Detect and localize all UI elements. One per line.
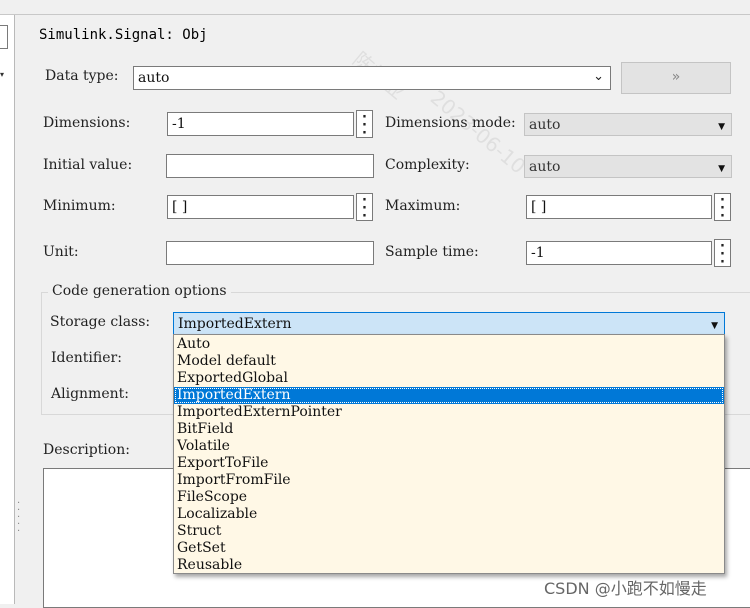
sample-time-more-icon[interactable]: · · · bbox=[714, 239, 731, 269]
unit-label: Unit: bbox=[43, 244, 79, 260]
dropdown-option[interactable]: BitField bbox=[174, 421, 724, 438]
sample-time-label: Sample time: bbox=[385, 244, 479, 260]
left-pane-chevron-icon[interactable]: ▾ bbox=[0, 70, 4, 79]
initial-value-label: Initial value: bbox=[43, 157, 133, 173]
dropdown-option[interactable]: GetSet bbox=[174, 540, 724, 557]
splitter-grip-icon[interactable]: · · · · · bbox=[17, 499, 20, 537]
dimensions-label: Dimensions: bbox=[43, 115, 131, 131]
dropdown-option[interactable]: Auto bbox=[174, 336, 724, 353]
chevron-down-icon: ⌄ bbox=[593, 69, 604, 84]
dropdown-option[interactable]: ImportFromFile bbox=[174, 472, 724, 489]
dimensions-mode-value: auto bbox=[529, 117, 561, 133]
dimensions-field[interactable]: -1 bbox=[167, 112, 354, 136]
complexity-select[interactable]: auto ▼ bbox=[524, 155, 732, 178]
left-pane-field[interactable] bbox=[0, 25, 8, 49]
maximum-field[interactable]: [ ] bbox=[526, 195, 712, 219]
complexity-label: Complexity: bbox=[385, 157, 470, 173]
minimum-label: Minimum: bbox=[43, 198, 116, 214]
dropdown-option[interactable]: Struct bbox=[174, 523, 724, 540]
initial-value-field[interactable] bbox=[166, 154, 374, 178]
maximum-more-icon[interactable]: · · · bbox=[714, 193, 731, 223]
data-type-value: auto bbox=[138, 70, 170, 86]
dropdown-option[interactable]: Localizable bbox=[174, 506, 724, 523]
dropdown-option[interactable]: ExportToFile bbox=[174, 455, 724, 472]
dropdown-arrow-icon: ▼ bbox=[718, 122, 725, 132]
unit-field[interactable] bbox=[166, 241, 374, 265]
dimensions-mode-select[interactable]: auto ▼ bbox=[524, 113, 732, 136]
dropdown-option[interactable]: Model default bbox=[174, 353, 724, 370]
dropdown-option[interactable]: Reusable bbox=[174, 557, 724, 574]
storage-class-select[interactable]: ImportedExtern ▼ bbox=[173, 312, 725, 335]
window-top-edge bbox=[0, 0, 750, 15]
description-label: Description: bbox=[43, 442, 130, 458]
identifier-label: Identifier: bbox=[51, 350, 122, 366]
storage-class-value: ImportedExtern bbox=[178, 316, 292, 332]
dropdown-option[interactable]: FileScope bbox=[174, 489, 724, 506]
data-type-label: Data type: bbox=[45, 68, 119, 84]
complexity-value: auto bbox=[529, 159, 561, 175]
left-pane bbox=[0, 15, 15, 604]
storage-class-label: Storage class: bbox=[50, 314, 151, 330]
minimum-field[interactable]: [ ] bbox=[167, 195, 354, 219]
dropdown-arrow-icon: ▼ bbox=[718, 164, 725, 174]
dropdown-arrow-icon: ▼ bbox=[711, 321, 718, 331]
dropdown-option[interactable]: ExportedGlobal bbox=[174, 370, 724, 387]
dropdown-option[interactable]: ImportedExternPointer bbox=[174, 404, 724, 421]
dimensions-more-icon[interactable]: · · · bbox=[356, 110, 373, 140]
code-generation-title: Code generation options bbox=[48, 283, 231, 299]
data-type-assistant-button[interactable]: » bbox=[621, 62, 731, 94]
data-type-combo[interactable]: auto ⌄ bbox=[133, 66, 611, 90]
sample-time-field[interactable]: -1 bbox=[526, 241, 712, 265]
storage-class-dropdown: Auto Model default ExportedGlobal ImportedE… bbox=[173, 334, 725, 574]
minimum-more-icon[interactable]: · · · bbox=[356, 193, 373, 223]
maximum-label: Maximum: bbox=[385, 198, 461, 214]
dropdown-option[interactable]: Volatile bbox=[174, 438, 724, 455]
dimensions-mode-label: Dimensions mode: bbox=[385, 115, 516, 131]
csdn-watermark: CSDN @小跑不如慢走 bbox=[544, 579, 707, 598]
alignment-label: Alignment: bbox=[51, 386, 129, 402]
dialog-title: Simulink.Signal: Obj bbox=[39, 27, 208, 43]
dropdown-option[interactable]: ImportedExtern bbox=[174, 387, 724, 404]
